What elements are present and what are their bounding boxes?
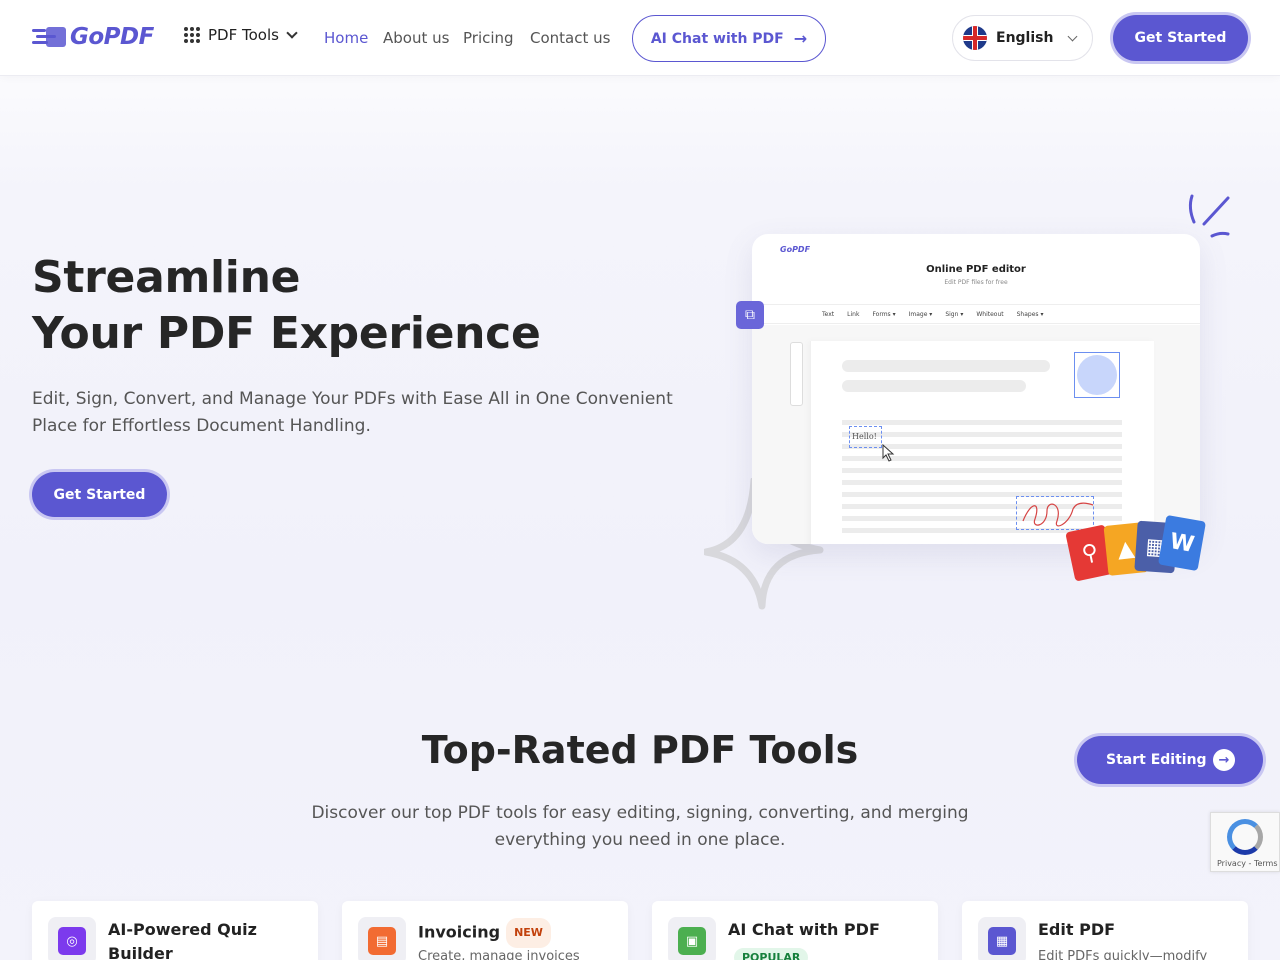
chevron-down-icon xyxy=(286,26,298,39)
header-get-started-button[interactable]: Get Started xyxy=(1113,15,1248,61)
chat-icon: ▣ xyxy=(678,927,706,955)
card-title: Edit PDF xyxy=(1038,920,1116,939)
card-title: AI-Powered Quiz Builder xyxy=(108,920,257,960)
recaptcha-links[interactable]: Privacy - Terms xyxy=(1217,859,1278,868)
mockup-side-tools xyxy=(790,342,803,406)
hero-get-started-button[interactable]: Get Started xyxy=(32,472,167,517)
new-badge: NEW xyxy=(506,918,551,948)
editor-mockup: GoPDF Online PDF editor Edit PDF files f… xyxy=(752,234,1200,544)
arrow-right-icon: → xyxy=(1213,749,1235,771)
hero-title-line1: Streamline xyxy=(32,252,301,303)
start-editing-label: Start Editing xyxy=(1106,752,1207,768)
pdf-tools-label: PDF Tools xyxy=(208,26,279,44)
mockup-tool-whiteout: Whiteout xyxy=(976,310,1004,318)
mockup-tool-link: Link xyxy=(847,310,860,318)
tool-card-invoicing[interactable]: ▤ Invoicing NEW Create, manage invoices xyxy=(342,901,628,960)
decorative-strokes-icon xyxy=(1188,194,1230,238)
mockup-tool-image: Image ▾ xyxy=(908,310,933,318)
popular-badge: POPULAR xyxy=(734,948,809,960)
recaptcha-icon xyxy=(1227,819,1263,855)
uk-flag-icon xyxy=(963,26,987,50)
placeholder-line xyxy=(842,468,1122,473)
section-subtitle: Discover our top PDF tools for easy edit… xyxy=(311,803,969,850)
grid-icon xyxy=(184,27,200,43)
language-selector[interactable]: English xyxy=(952,15,1093,61)
tool-card-ai-chat[interactable]: ▣ AI Chat with PDF POPULAR xyxy=(652,901,938,960)
mockup-tool-sign: Sign ▾ xyxy=(945,310,964,318)
tool-card-edit-pdf[interactable]: ▦ Edit PDF Edit PDFs quickly—modify xyxy=(962,901,1248,960)
nav-contact[interactable]: Contact us xyxy=(530,29,610,47)
mockup-toolbar: Text Link Forms ▾ Image ▾ Sign ▾ Whiteou… xyxy=(752,304,1200,324)
language-label: English xyxy=(996,30,1054,46)
hero-title-line2: Your PDF Experience xyxy=(32,308,541,359)
site-header: GoPDF PDF Tools Home About us Pricing Co… xyxy=(0,0,1280,76)
placeholder-line xyxy=(842,480,1122,485)
arrow-right-icon: → xyxy=(793,29,808,48)
card-description: Edit PDFs quickly—modify xyxy=(1038,949,1208,960)
card-title-text: Invoicing xyxy=(418,922,501,942)
placeholder-bar xyxy=(842,360,1050,372)
mockup-logo: GoPDF xyxy=(780,245,811,254)
mockup-title: Online PDF editor xyxy=(926,264,1026,275)
file-format-icons: ⚲ ▲ ▦ W xyxy=(1065,514,1207,588)
mockup-tool-shapes: Shapes ▾ xyxy=(1016,310,1044,318)
placeholder-line xyxy=(842,432,1122,437)
placeholder-line xyxy=(842,420,1122,425)
card-title: Invoicing NEW xyxy=(418,918,608,948)
hero-subtitle: Edit, Sign, Convert, and Manage Your PDF… xyxy=(32,389,673,436)
hello-text-box: Hello! xyxy=(849,426,882,448)
pdf-tools-menu[interactable]: PDF Tools xyxy=(184,26,298,44)
lightbulb-icon: ◎ xyxy=(58,927,86,955)
recaptcha-badge[interactable]: Privacy - Terms xyxy=(1210,812,1280,872)
mockup-tool-text: Text xyxy=(822,310,835,318)
mockup-tool-forms: Forms ▾ xyxy=(872,310,896,318)
logo-speed-lines-icon xyxy=(32,24,68,50)
tool-card-quiz-builder[interactable]: ◎ AI-Powered Quiz Builder xyxy=(32,901,318,960)
word-file-icon: W xyxy=(1157,514,1207,572)
placeholder-bar xyxy=(842,380,1026,392)
nav-home[interactable]: Home xyxy=(324,29,368,47)
nav-about[interactable]: About us xyxy=(383,29,449,47)
circle-shape-selection xyxy=(1074,352,1120,398)
edit-grid-icon: ▦ xyxy=(988,927,1016,955)
logo-text: GoPDF xyxy=(70,24,154,50)
hero-title: Streamline Your PDF Experience xyxy=(32,250,541,362)
ai-chat-label: AI Chat with PDF xyxy=(650,30,784,47)
card-description: Create, manage invoices xyxy=(418,949,580,960)
card-title: AI Chat with PDF xyxy=(728,920,880,939)
mockup-subtitle: Edit PDF files for free xyxy=(944,279,1008,286)
ai-chat-button[interactable]: AI Chat with PDF → xyxy=(632,15,826,62)
chevron-down-icon xyxy=(1067,31,1078,42)
invoice-icon: ▤ xyxy=(368,927,396,955)
nav-pricing[interactable]: Pricing xyxy=(463,29,514,47)
start-editing-button[interactable]: Start Editing → xyxy=(1077,736,1263,784)
gopdf-logo[interactable]: GoPDF xyxy=(32,24,154,50)
cursor-icon xyxy=(882,444,895,462)
copy-pages-icon: ⧉ xyxy=(736,301,764,329)
